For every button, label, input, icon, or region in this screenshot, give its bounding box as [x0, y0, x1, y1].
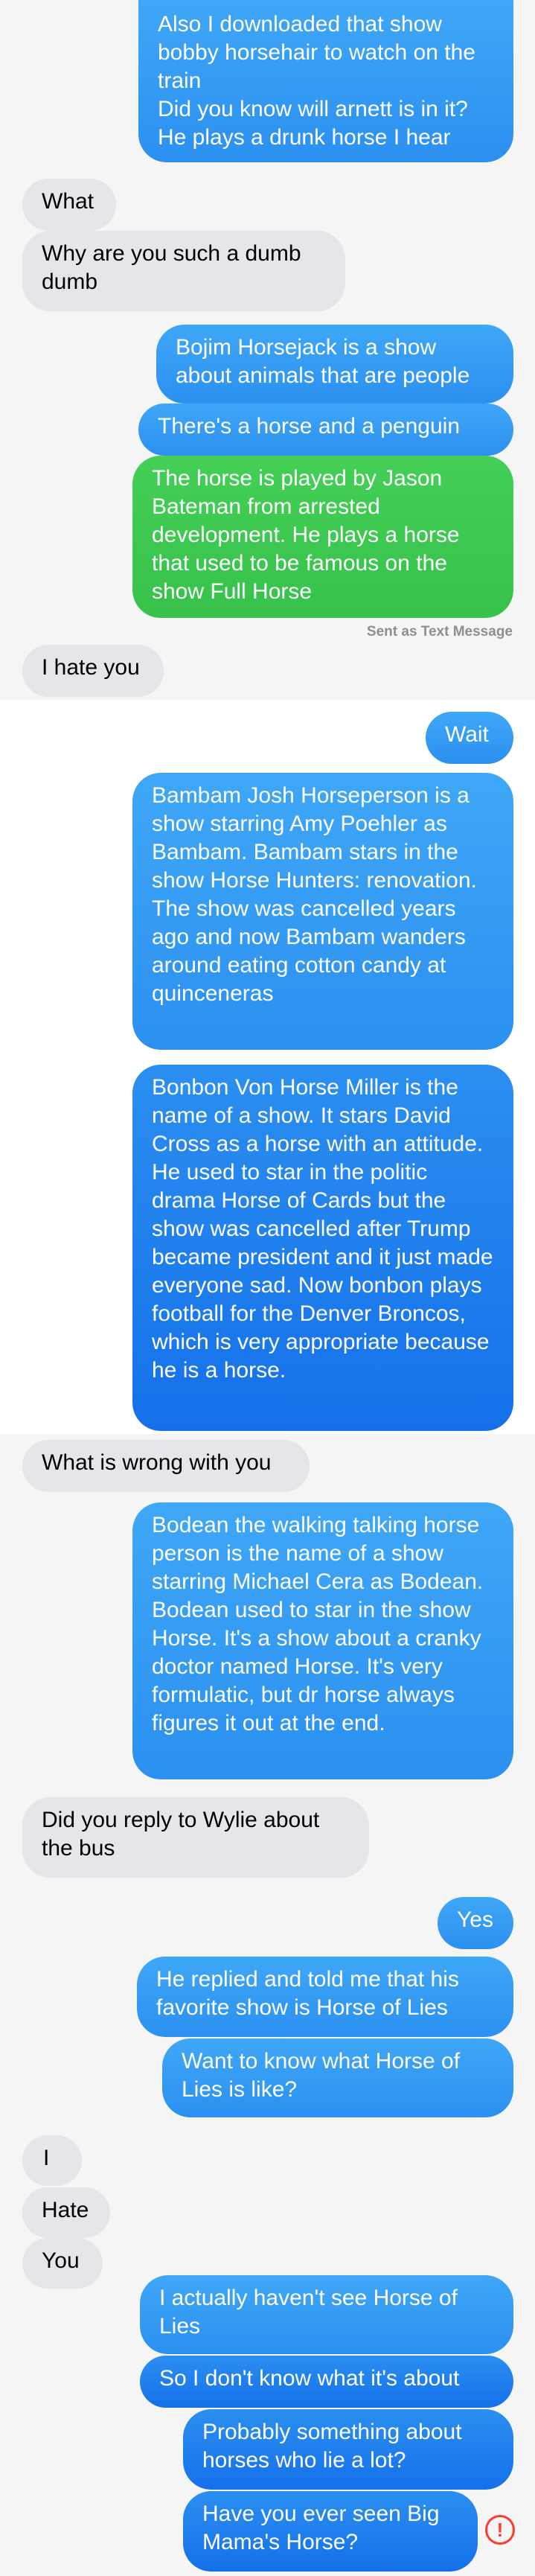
- message-bubble-outgoing[interactable]: There's a horse and a penguin: [138, 404, 513, 456]
- message-bubble-outgoing[interactable]: Have you ever seen Big Mama's Horse?: [183, 2491, 478, 2572]
- message-bubble-outgoing[interactable]: Want to know what Horse of Lies is like?: [162, 2038, 513, 2117]
- message-bubble-outgoing[interactable]: So I don't know what it's about: [140, 2356, 513, 2408]
- message-bubble-outgoing[interactable]: Bambam Josh Horseperson is a show starri…: [132, 773, 513, 1050]
- message-bubble-outgoing[interactable]: I actually haven't see Horse of Lies: [140, 2275, 513, 2354]
- message-bubble-outgoing[interactable]: Wait: [426, 712, 513, 764]
- message-bubble-incoming[interactable]: Hate: [22, 2187, 110, 2238]
- message-bubble-incoming[interactable]: What is wrong with you: [22, 1440, 310, 1492]
- conversation-screen-4: Yes He replied and told me that his favo…: [0, 1897, 535, 2576]
- sent-as-text-message-label: Sent as Text Message: [366, 624, 513, 640]
- message-bubble-incoming[interactable]: I hate you: [22, 645, 164, 697]
- message-bubble-outgoing[interactable]: He replied and told me that his favorite…: [137, 1957, 513, 2037]
- message-bubble-outgoing[interactable]: Bonbon Von Horse Miller is the name of a…: [132, 1065, 513, 1431]
- message-bubble-outgoing[interactable]: Probably something about horses who lie …: [183, 2409, 513, 2490]
- screenshot-collage: Also I downloaded that show bobby horseh…: [0, 0, 535, 2576]
- message-bubble-outgoing[interactable]: Bojim Horsejack is a show about animals …: [156, 325, 513, 404]
- conversation-screen-2: Wait Bambam Josh Horseperson is a show s…: [0, 700, 535, 1434]
- not-delivered-error-icon[interactable]: !: [485, 2515, 515, 2545]
- message-bubble-outgoing[interactable]: Bodean the walking talking horse person …: [132, 1502, 513, 1779]
- message-bubble-outgoing[interactable]: Yes: [438, 1897, 513, 1949]
- conversation-screen-1: Also I downloaded that show bobby horseh…: [0, 0, 535, 700]
- message-bubble-incoming[interactable]: You: [22, 2238, 103, 2289]
- message-bubble-incoming[interactable]: Did you reply to Wylie about the bus: [22, 1797, 369, 1878]
- message-bubble-outgoing[interactable]: Also I downloaded that show bobby horseh…: [138, 0, 513, 162]
- message-bubble-sms[interactable]: The horse is played by Jason Bateman fro…: [132, 456, 513, 618]
- message-bubble-incoming[interactable]: What: [22, 179, 116, 231]
- message-bubble-incoming[interactable]: Why are you such a dumb dumb: [22, 231, 345, 311]
- conversation-screen-3: What is wrong with you Bodean the walkin…: [0, 1434, 535, 1897]
- message-bubble-incoming[interactable]: I: [22, 2135, 82, 2186]
